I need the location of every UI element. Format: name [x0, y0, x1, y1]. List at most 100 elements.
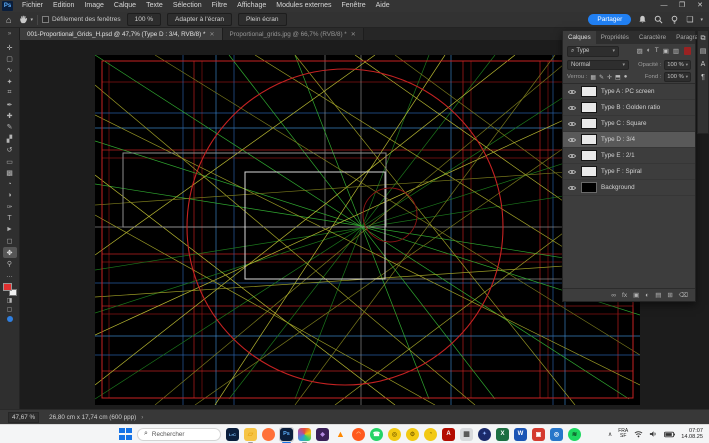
- navy-circle-app-icon[interactable]: ✦: [477, 427, 492, 442]
- discover-bulb-icon[interactable]: [670, 15, 679, 24]
- layer-row[interactable]: Background: [563, 180, 695, 196]
- collaboration-dot-icon[interactable]: [7, 316, 13, 322]
- history-brush-tool[interactable]: ↺: [3, 145, 17, 156]
- layer-row[interactable]: Type F : Spiral: [563, 164, 695, 180]
- layer-thumbnail[interactable]: [581, 166, 597, 177]
- whatsapp-icon[interactable]: ☎: [369, 427, 384, 442]
- minimize-button[interactable]: —: [655, 0, 673, 12]
- healing-brush-tool[interactable]: ✚: [3, 110, 17, 121]
- visibility-eye-icon[interactable]: [567, 105, 577, 111]
- calculator-icon[interactable]: ▦: [459, 427, 474, 442]
- eyedropper-tool[interactable]: ✒: [3, 99, 17, 110]
- layer-thumbnail[interactable]: [581, 150, 597, 161]
- purple-app-icon[interactable]: ◆: [315, 427, 330, 442]
- doc-tab-2[interactable]: Proportional_grids.jpg @ 66,7% (RVB/8) *…: [223, 28, 364, 40]
- dock-paragraph-icon[interactable]: ¶: [701, 74, 705, 82]
- workspace-switcher-icon[interactable]: ❏: [686, 15, 693, 24]
- yellow-badge-1-icon[interactable]: ◎: [387, 427, 402, 442]
- fill-value[interactable]: 100 %▾: [664, 72, 691, 82]
- visibility-eye-icon[interactable]: [567, 185, 577, 191]
- brush-tool[interactable]: ✎: [3, 122, 17, 133]
- panel-tab-propriétés[interactable]: Propriétés: [596, 31, 634, 44]
- visibility-eye-icon[interactable]: [567, 89, 577, 95]
- layer-thumbnail[interactable]: [581, 118, 597, 129]
- layer-mask-icon[interactable]: ▣: [633, 291, 639, 299]
- scroll-all-windows[interactable]: Défilement des fenêtres: [42, 16, 121, 23]
- pixel-filter-icon[interactable]: ▨: [637, 47, 643, 55]
- firefox-icon[interactable]: [261, 427, 276, 442]
- type-tool[interactable]: T: [3, 213, 17, 224]
- layer-filter-type-select[interactable]: ⌕ Type ▾: [567, 46, 619, 57]
- fit-screen-button[interactable]: Adapter à l'écran: [167, 13, 232, 26]
- adjustment-layer-icon[interactable]: ◐: [645, 292, 649, 299]
- pen-tool[interactable]: ✑: [3, 201, 17, 212]
- delete-layer-icon[interactable]: ⌫: [679, 291, 688, 299]
- blue-app-icon[interactable]: ◎: [549, 427, 564, 442]
- type-filter-icon[interactable]: T: [655, 47, 659, 55]
- vlc-icon[interactable]: ▲: [333, 427, 348, 442]
- dodge-tool[interactable]: ◑: [3, 190, 17, 201]
- lock-paint-icon[interactable]: ✎: [599, 74, 604, 81]
- full-screen-button[interactable]: Plein écran: [238, 13, 287, 26]
- tray-chevron-icon[interactable]: ∧: [608, 431, 612, 438]
- photoshop-app-icon[interactable]: Ps: [279, 427, 294, 442]
- layer-row[interactable]: Type E : 2/1: [563, 148, 695, 164]
- adjustment-filter-icon[interactable]: ◐: [647, 47, 651, 55]
- status-caret-icon[interactable]: ›: [141, 414, 143, 421]
- shape-tool[interactable]: ◻: [3, 236, 17, 247]
- file-explorer-icon[interactable]: ▱: [243, 427, 258, 442]
- quick-selection-tool[interactable]: ✦: [3, 76, 17, 87]
- layer-row[interactable]: Type B : Golden ratio: [563, 100, 695, 116]
- blend-mode-select[interactable]: Normal ▾: [567, 60, 629, 70]
- menu-texte[interactable]: Texte: [141, 0, 168, 12]
- battery-icon[interactable]: [664, 431, 675, 438]
- document-canvas[interactable]: [95, 55, 640, 405]
- red-app-icon[interactable]: ▣: [531, 427, 546, 442]
- lock-transparency-icon[interactable]: ▦: [590, 74, 596, 81]
- lasso-tool[interactable]: ∿: [3, 65, 17, 76]
- menu-affichage[interactable]: Affichage: [232, 0, 271, 12]
- layer-thumbnail[interactable]: [581, 86, 597, 97]
- hand-tool[interactable]: ✥: [3, 247, 17, 258]
- taskbar-search[interactable]: ⌕ Rechercher: [137, 428, 221, 441]
- screen-mode-button[interactable]: ▢: [3, 305, 17, 314]
- spotify-icon[interactable]: ≋: [567, 427, 582, 442]
- hand-tool-preset[interactable]: ▾: [19, 15, 33, 24]
- visibility-eye-icon[interactable]: [567, 169, 577, 175]
- volume-icon[interactable]: [649, 430, 658, 438]
- edit-toolbar[interactable]: …: [3, 270, 17, 281]
- filter-toggle[interactable]: [684, 47, 691, 55]
- eraser-tool[interactable]: ▭: [3, 156, 17, 167]
- foreground-color-swatch[interactable]: [3, 283, 12, 291]
- excel-icon[interactable]: X: [495, 427, 510, 442]
- language-indicator[interactable]: FRASF: [618, 429, 628, 440]
- yellow-badge-3-icon[interactable]: ◔: [423, 427, 438, 442]
- status-zoom-field[interactable]: 47,67 %: [8, 412, 39, 423]
- smart-object-filter-icon[interactable]: ▥: [673, 47, 679, 55]
- maximize-button[interactable]: ❐: [673, 0, 691, 12]
- start-button[interactable]: [118, 427, 133, 442]
- shape-filter-icon[interactable]: ▣: [663, 47, 669, 55]
- notifications-bell-icon[interactable]: [638, 15, 647, 24]
- tab-close-icon[interactable]: ✕: [351, 31, 356, 38]
- layer-row[interactable]: Type A : PC screen: [563, 84, 695, 100]
- close-button[interactable]: ✕: [691, 0, 709, 12]
- acrobat-icon[interactable]: A: [441, 427, 456, 442]
- layer-style-icon[interactable]: fx: [622, 292, 627, 299]
- layer-row[interactable]: Type D : 3/4: [563, 132, 695, 148]
- dock-libraries-icon[interactable]: ⧉: [701, 35, 706, 43]
- dock-histogram-icon[interactable]: ▤: [700, 48, 707, 56]
- visibility-eye-icon[interactable]: [567, 137, 577, 143]
- menu-filtre[interactable]: Filtre: [207, 0, 233, 12]
- crop-tool[interactable]: ⌗: [3, 88, 17, 99]
- zoom-tool[interactable]: ⚲: [3, 258, 17, 269]
- gradient-tool[interactable]: ▩: [3, 167, 17, 178]
- toolbar-collapse-icon[interactable]: »: [0, 28, 20, 40]
- clock[interactable]: 07:07 14.08.25: [681, 428, 703, 441]
- menu-modules-externes[interactable]: Modules externes: [271, 0, 336, 12]
- panel-tab-calques[interactable]: Calques: [563, 31, 596, 44]
- photos-app-icon[interactable]: [297, 427, 312, 442]
- layer-thumbnail[interactable]: [581, 182, 597, 193]
- link-layers-icon[interactable]: ∞: [611, 292, 616, 299]
- wifi-icon[interactable]: [634, 430, 643, 438]
